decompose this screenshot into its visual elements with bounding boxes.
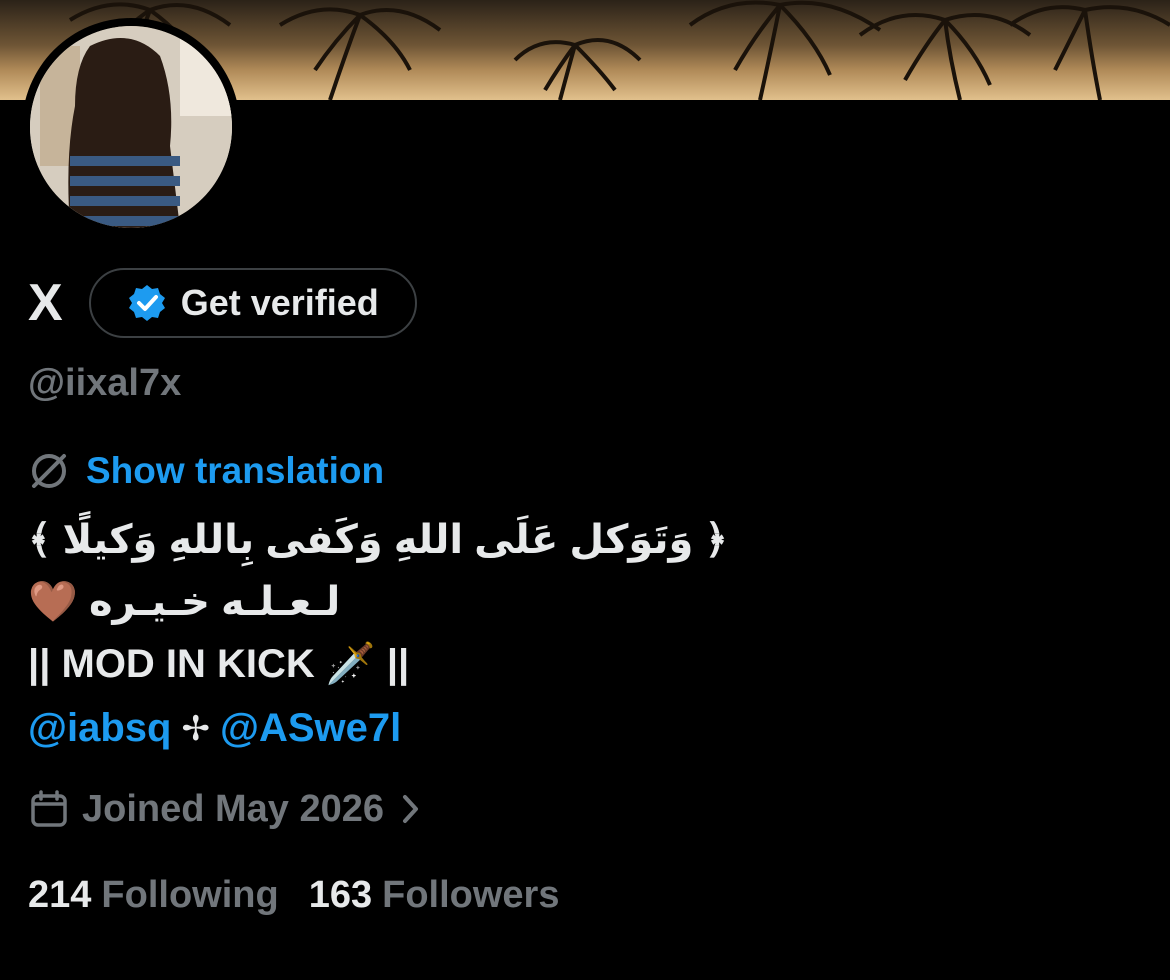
mention-separator: ✢	[181, 709, 210, 748]
mention-link-aswe7l[interactable]: @ASwe7l	[220, 706, 401, 751]
following-count: 214	[28, 874, 92, 916]
avatar-image	[30, 26, 232, 228]
name-row: X Get verified	[28, 268, 417, 338]
following-label: Following	[101, 874, 279, 916]
get-verified-button[interactable]: Get verified	[88, 268, 417, 338]
profile-avatar[interactable]	[22, 18, 240, 236]
translate-globe-icon	[32, 454, 66, 488]
bio-mentions: @iabsq ✢ @ASwe7l	[28, 706, 401, 751]
verified-badge-icon	[128, 285, 165, 321]
calendar-icon	[31, 790, 67, 827]
bio-line-arabic: 🤎 لـعـلـه خـيـره	[28, 578, 340, 626]
following-stat[interactable]: 214 Following	[28, 874, 279, 917]
show-translation-row[interactable]: Show translation	[28, 448, 384, 494]
show-translation-link[interactable]: Show translation	[86, 450, 384, 492]
followers-count: 163	[308, 874, 373, 916]
bio-heart-emoji: 🤎	[28, 580, 78, 624]
bio-line-quote: ﴿ وَتَوَكل عَلَى اللهِ وَكَفى بِاللهِ وَ…	[28, 518, 728, 562]
bio-line-mod: || MOD IN KICK 🗡️ ||	[28, 642, 410, 686]
followers-stat[interactable]: 163 Followers	[309, 874, 560, 917]
joined-date-text: Joined May 2026	[82, 787, 385, 830]
follow-stats: 214 Following 163 Followers	[28, 874, 559, 917]
get-verified-label: Get verified	[180, 282, 379, 323]
profile-handle: @iixal7x	[28, 362, 182, 404]
followers-label: Followers	[382, 874, 560, 916]
chevron-right-icon	[403, 795, 419, 823]
joined-date-row[interactable]: Joined May 2026	[28, 786, 424, 832]
bio-arabic-text: لـعـلـه خـيـره	[88, 580, 341, 624]
mention-link-iabsq[interactable]: @iabsq	[28, 706, 171, 751]
display-name: X	[28, 274, 63, 332]
